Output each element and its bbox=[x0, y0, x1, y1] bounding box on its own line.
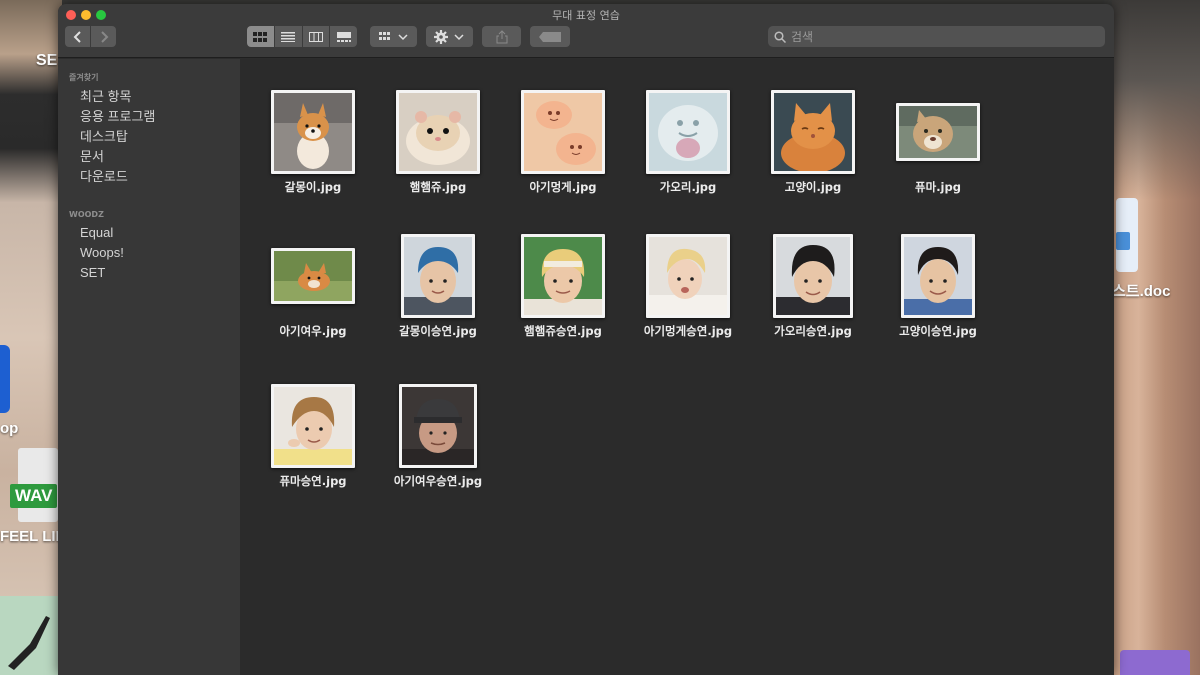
file-name: 아기여우.jpg bbox=[279, 324, 347, 338]
image-thumbnail bbox=[271, 90, 355, 174]
group-by-button[interactable] bbox=[370, 26, 417, 47]
desktop-app-icon[interactable] bbox=[0, 345, 10, 413]
gear-icon bbox=[433, 29, 464, 44]
image-thumbnail bbox=[521, 90, 605, 174]
file-name: 고양이.jpg bbox=[784, 180, 842, 194]
search-icon bbox=[774, 30, 786, 43]
gallery-view-button[interactable] bbox=[330, 26, 357, 47]
icon-grid-icon bbox=[253, 31, 268, 42]
sidebar-item-applications[interactable]: 응용 프로그램 bbox=[80, 106, 155, 125]
desktop-label-set[interactable]: SE bbox=[36, 52, 57, 70]
back-button[interactable] bbox=[65, 26, 90, 47]
desktop-folder-icon[interactable] bbox=[1120, 650, 1190, 675]
desktop-guitar-image-icon[interactable] bbox=[0, 596, 58, 675]
file-name: 갈몽이승연.jpg bbox=[399, 324, 477, 338]
sidebar-item-documents[interactable]: 문서 bbox=[80, 146, 104, 165]
tags-button[interactable] bbox=[530, 26, 570, 47]
sidebar-heading-favorites: 즐겨찾기 bbox=[69, 73, 99, 82]
file-name: 아기멍게승연.jpg bbox=[643, 324, 733, 338]
image-thumbnail bbox=[521, 234, 605, 318]
sidebar-item-recents[interactable]: 최근 항목 bbox=[80, 86, 131, 105]
image-thumbnail bbox=[399, 384, 477, 468]
list-view-button[interactable] bbox=[274, 26, 302, 47]
sidebar-heading-woodz: WOODZ bbox=[69, 210, 104, 219]
column-view-button[interactable] bbox=[302, 26, 330, 47]
sidebar-item-desktop[interactable]: 데스크탑 bbox=[80, 126, 128, 145]
file-name: 갈몽이.jpg bbox=[284, 180, 342, 194]
share-icon bbox=[496, 29, 507, 43]
image-thumbnail bbox=[896, 103, 980, 161]
image-thumbnail bbox=[396, 90, 480, 174]
desktop-background-left bbox=[0, 0, 62, 675]
image-thumbnail bbox=[646, 90, 730, 174]
desktop-label-doc[interactable]: 스트.doc bbox=[1112, 280, 1170, 301]
file-grid: 갈몽이.jpg 햄햄쥬.jpg 아기멍게.jpg 가오리.jpg 고양이.jpg bbox=[240, 59, 1114, 675]
file-name: 고양이승연.jpg bbox=[899, 324, 977, 338]
forward-button[interactable] bbox=[91, 26, 116, 47]
file-name: 가오리승연.jpg bbox=[774, 324, 852, 338]
image-thumbnail bbox=[646, 234, 730, 318]
chevron-left-icon bbox=[73, 30, 81, 43]
file-name: 아기여우승연.jpg bbox=[393, 474, 483, 488]
search-field[interactable] bbox=[768, 26, 1105, 47]
search-input[interactable] bbox=[791, 29, 1091, 44]
image-thumbnail bbox=[773, 234, 853, 318]
action-menu-button[interactable] bbox=[426, 26, 473, 47]
desktop-label-app[interactable]: op bbox=[0, 420, 18, 437]
image-thumbnail bbox=[271, 248, 355, 304]
sidebar: 즐겨찾기 최근 항목 응용 프로그램 데스크탑 문서 다운로드 WOODZ Eq… bbox=[58, 59, 240, 675]
gallery-icon bbox=[336, 31, 351, 42]
window-title: 무대 표정 연습 bbox=[552, 9, 620, 22]
sidebar-item-downloads[interactable]: 다운로드 bbox=[80, 166, 128, 185]
file-name: 가오리.jpg bbox=[659, 180, 717, 194]
window-toolbar: 무대 표정 연습 bbox=[58, 4, 1114, 58]
list-icon bbox=[281, 31, 296, 42]
desktop-background-right-top bbox=[1112, 0, 1200, 200]
file-name: 햄햄쥬승연.jpg bbox=[524, 324, 602, 338]
image-thumbnail bbox=[271, 384, 355, 468]
group-grid-icon bbox=[378, 31, 408, 40]
image-thumbnail bbox=[901, 234, 975, 318]
file-name: 햄햄쥬.jpg bbox=[409, 180, 467, 194]
image-thumbnail bbox=[771, 90, 855, 174]
sidebar-item-set[interactable]: SET bbox=[80, 265, 105, 280]
tag-icon bbox=[539, 31, 561, 42]
chevron-right-icon bbox=[100, 30, 108, 43]
columns-icon bbox=[308, 31, 323, 42]
icon-view-button[interactable] bbox=[247, 26, 274, 47]
desktop-document-icon[interactable] bbox=[1116, 198, 1138, 272]
image-thumbnail bbox=[401, 234, 475, 318]
wav-badge: WAV bbox=[10, 484, 58, 508]
file-name: 아기멍게.jpg bbox=[529, 180, 597, 194]
file-name: 퓨마승연.jpg bbox=[279, 474, 347, 488]
sidebar-item-woops[interactable]: Woops! bbox=[80, 245, 124, 260]
share-button[interactable] bbox=[482, 26, 521, 47]
file-name: 퓨마.jpg bbox=[915, 180, 961, 194]
sidebar-item-equal[interactable]: Equal bbox=[80, 225, 113, 240]
view-mode-control bbox=[247, 26, 357, 47]
finder-window: 무대 표정 연습 검색 즐겨찾기 최근 항목 응용 프로그램 데스크탑 문서 다… bbox=[58, 4, 1114, 675]
